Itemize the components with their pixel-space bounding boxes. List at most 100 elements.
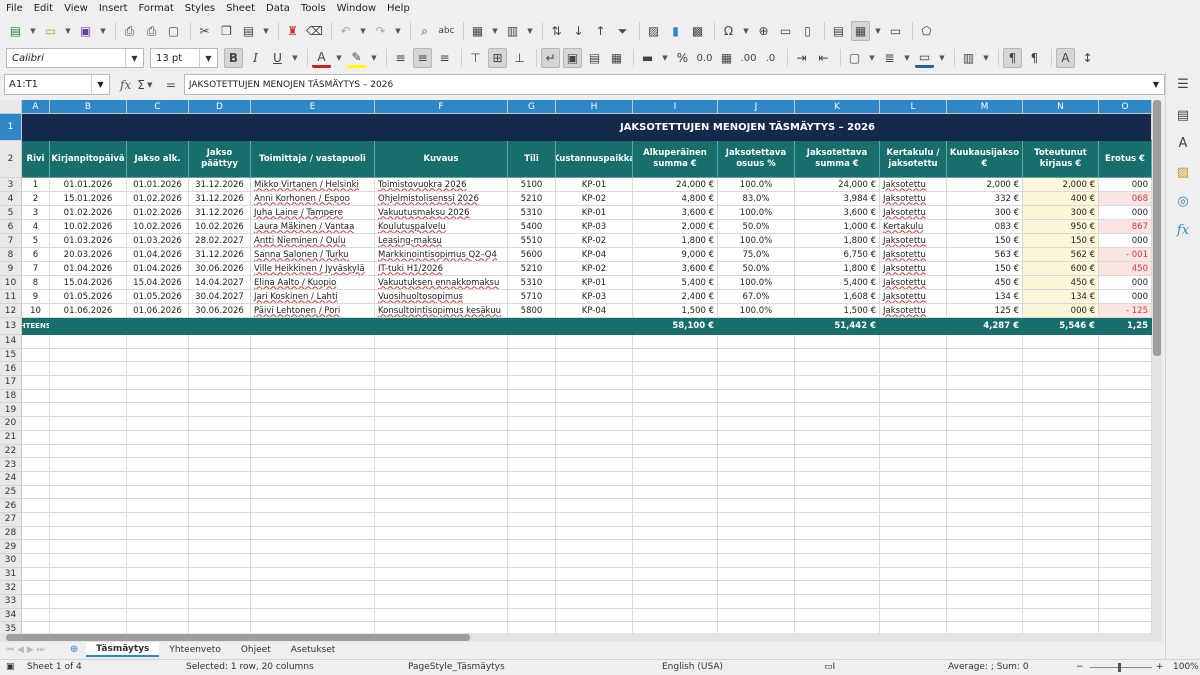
table-cell[interactable] [633, 595, 718, 609]
table-cell[interactable] [189, 608, 251, 623]
table-cell[interactable] [718, 499, 795, 513]
totals-cell[interactable]: 51,442 € [795, 318, 880, 335]
currency-format-icon[interactable]: ▬ [638, 48, 657, 68]
table-cell[interactable]: KP-03 [556, 220, 633, 234]
table-cell[interactable]: 5600 [508, 248, 556, 262]
table-cell[interactable]: 31.12.2026 [189, 178, 251, 192]
table-cell[interactable]: 867 [1099, 220, 1152, 234]
table-cell[interactable]: 2,400 € [633, 290, 718, 304]
column-header[interactable]: K [795, 100, 880, 114]
column-header[interactable]: J [718, 100, 795, 114]
table-cell[interactable] [718, 512, 795, 527]
table-cell[interactable]: 31.12.2026 [189, 248, 251, 262]
table-cell[interactable]: - 125 [1099, 304, 1152, 318]
table-cell[interactable] [1099, 417, 1152, 431]
table-cell[interactable] [633, 581, 718, 596]
table-cell[interactable]: 31.12.2026 [189, 206, 251, 220]
align-center-icon[interactable]: ≡ [413, 48, 432, 68]
table-cell[interactable]: 10.02.2026 [189, 220, 251, 234]
table-cell[interactable]: 332 € [947, 192, 1023, 206]
table-cell[interactable]: 24,000 € [633, 178, 718, 192]
table-cell[interactable] [795, 417, 880, 431]
table-cell[interactable] [556, 458, 633, 472]
table-cell[interactable] [880, 622, 947, 633]
table-cell[interactable]: Vuosihuoltosopimus [375, 290, 508, 304]
table-cell[interactable]: 3,600 € [795, 206, 880, 220]
table-cell[interactable] [947, 622, 1023, 633]
table-cell[interactable]: Leasing-maksu [375, 234, 508, 248]
add-decimal-icon[interactable]: .00 [739, 48, 758, 68]
table-cell[interactable] [189, 512, 251, 527]
table-cell[interactable] [880, 608, 947, 623]
table-cell[interactable] [375, 512, 508, 527]
table-cell[interactable]: KP-01 [556, 276, 633, 290]
row-dropdown-icon[interactable]: ▼ [490, 21, 500, 41]
table-cell[interactable] [251, 403, 375, 418]
table-cell[interactable] [947, 526, 1023, 541]
table-cell[interactable]: 67.0% [718, 290, 795, 304]
table-cell[interactable] [795, 567, 880, 582]
table-cell[interactable] [22, 417, 50, 431]
table-cell[interactable]: 10.02.2026 [127, 220, 189, 234]
table-cell[interactable]: Jaksotettu [880, 234, 947, 248]
table-cell[interactable] [189, 485, 251, 500]
table-cell[interactable] [1023, 485, 1099, 500]
table-cell[interactable]: 400 € [1023, 192, 1099, 206]
table-cell[interactable] [947, 376, 1023, 390]
table-cell[interactable] [50, 608, 127, 623]
page-style[interactable]: PageStyle_Täsmäytys [408, 662, 505, 672]
function-wizard-icon[interactable]: fx [120, 78, 131, 92]
table-cell[interactable] [22, 485, 50, 500]
table-cell[interactable]: 1,800 € [633, 234, 718, 248]
sort-icon[interactable]: ⇅ [547, 21, 566, 41]
table-cell[interactable]: 01.02.2026 [127, 206, 189, 220]
sum-dropdown-icon[interactable]: ▼ [145, 75, 155, 95]
font-color-dropdown-icon[interactable]: ▼ [334, 48, 344, 68]
table-cell[interactable] [718, 458, 795, 472]
table-cell[interactable] [508, 608, 556, 623]
menu-format[interactable]: Format [139, 3, 174, 14]
table-cell[interactable] [50, 376, 127, 390]
table-cell[interactable] [718, 622, 795, 633]
prev-sheet-icon[interactable]: ◀ [17, 645, 24, 655]
font-name-combobox[interactable]: Calibri ▼ [6, 48, 144, 68]
table-cell[interactable] [718, 376, 795, 390]
table-cell[interactable] [1023, 499, 1099, 513]
table-cell[interactable] [880, 581, 947, 596]
row-header[interactable]: 19 [0, 403, 22, 418]
table-cell[interactable]: 150 € [947, 234, 1023, 248]
table-cell[interactable] [1099, 512, 1152, 527]
table-cell[interactable] [127, 471, 189, 486]
table-cell[interactable] [508, 567, 556, 582]
table-cell[interactable] [127, 554, 189, 568]
table-cell[interactable] [633, 389, 718, 404]
table-cell[interactable]: 15.04.2026 [127, 276, 189, 290]
table-cell[interactable] [795, 622, 880, 633]
row-header[interactable]: 34 [0, 608, 22, 623]
header-cell[interactable]: Kuukausijakso € [947, 141, 1023, 178]
table-cell[interactable] [50, 567, 127, 582]
table-cell[interactable]: 5,400 € [795, 276, 880, 290]
table-cell[interactable] [1023, 554, 1099, 568]
column-header[interactable]: D [189, 100, 251, 114]
table-cell[interactable]: KP-02 [556, 192, 633, 206]
row-header[interactable]: 1 [0, 114, 22, 141]
table-cell[interactable] [1023, 430, 1099, 445]
table-cell[interactable]: 300 € [947, 206, 1023, 220]
table-cell[interactable]: 450 € [1023, 276, 1099, 290]
table-cell[interactable]: - 001 [1099, 248, 1152, 262]
unmerge-cells-icon[interactable]: ▦ [607, 48, 626, 68]
table-cell[interactable] [556, 581, 633, 596]
table-cell[interactable] [189, 444, 251, 459]
table-cell[interactable] [556, 540, 633, 554]
table-cell[interactable] [189, 403, 251, 418]
table-cell[interactable] [947, 362, 1023, 377]
header-cell[interactable]: Jakso päättyy [189, 141, 251, 178]
table-cell[interactable] [251, 417, 375, 431]
table-cell[interactable]: Sanna Salonen / Turku [251, 248, 375, 262]
table-cell[interactable]: 000 [1099, 290, 1152, 304]
table-cell[interactable]: 28.02.2027 [189, 234, 251, 248]
row-header[interactable]: 3 [0, 178, 22, 192]
table-cell[interactable] [50, 417, 127, 431]
row-header[interactable]: 26 [0, 499, 22, 513]
